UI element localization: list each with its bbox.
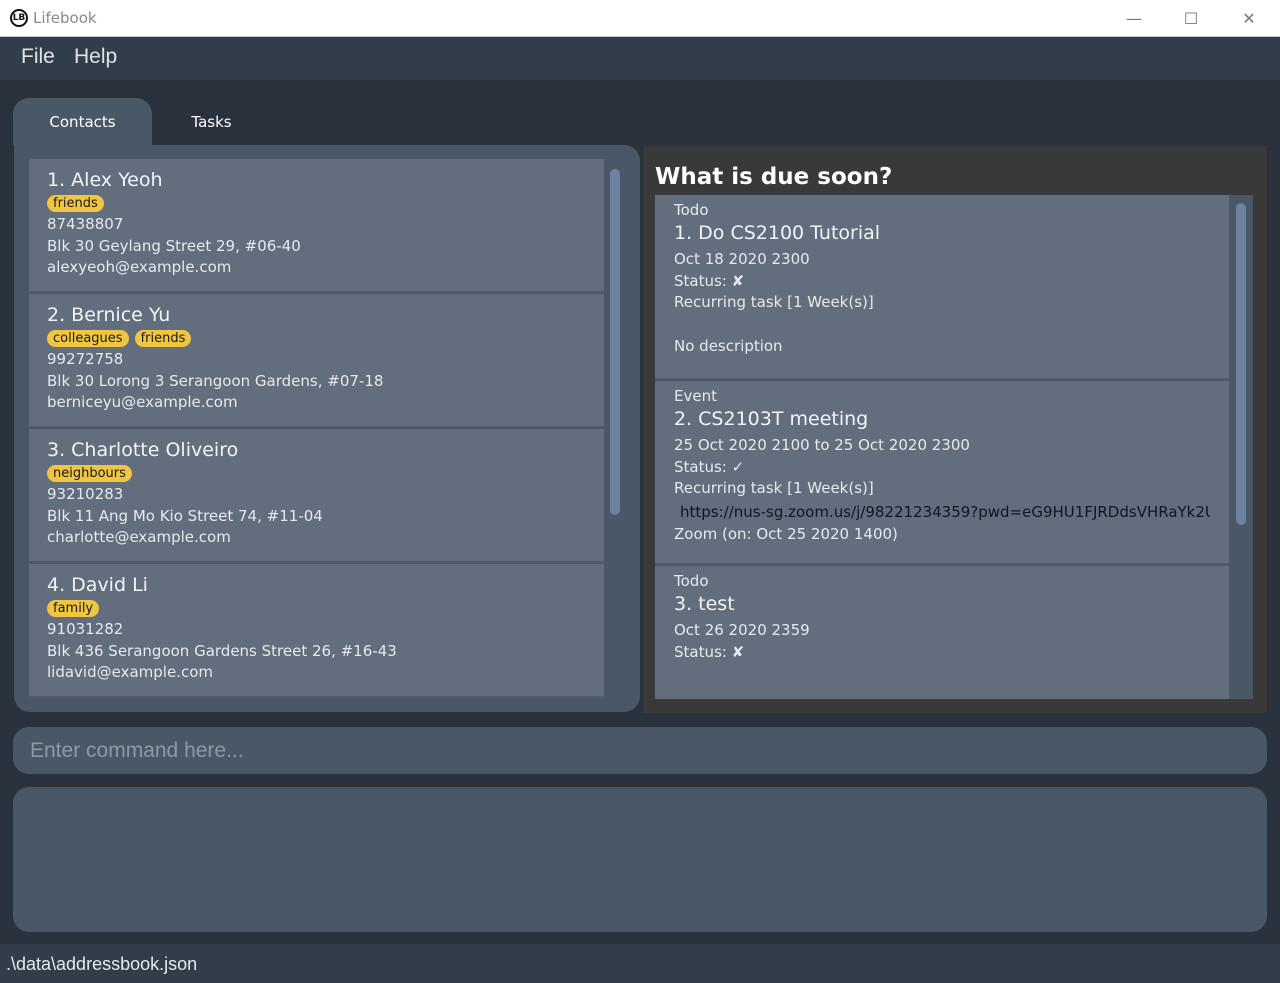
task-recurring: Recurring task [1 Week(s)] — [674, 479, 874, 497]
title-bar: LB Lifebook — ☐ ✕ — [0, 0, 1280, 37]
task-recurring: Recurring task [1 Week(s)] — [674, 293, 874, 311]
task-date: 25 Oct 2020 2100 to 25 Oct 2020 2300 — [674, 436, 970, 454]
task-type: Event — [674, 387, 717, 405]
contact-phone: 99272758 — [47, 350, 124, 368]
contact-name: 2. Bernice Yu — [47, 304, 171, 326]
maximize-icon: ☐ — [1183, 8, 1199, 28]
tag: friends — [134, 330, 192, 347]
contact-phone: 91031282 — [47, 620, 124, 638]
contact-card[interactable]: 3. Charlotte Oliveiro neighbours 9321028… — [29, 429, 604, 563]
result-display — [13, 787, 1267, 932]
contact-list-scrollbar[interactable] — [610, 153, 624, 701]
window-title: Lifebook — [33, 9, 97, 27]
status-bar: .\data\addressbook.json — [0, 944, 1280, 983]
task-card[interactable]: Todo 1. Do CS2100 Tutorial Oct 18 2020 2… — [655, 195, 1229, 380]
meeting-link-label: Zoom (on: Oct 25 2020 1400) — [674, 524, 898, 543]
task-status: Status: ✘ — [674, 642, 745, 661]
tag-list: neighbours — [47, 465, 586, 482]
scrollbar-thumb[interactable] — [1236, 203, 1246, 525]
contact-email: charlotte@example.com — [47, 528, 231, 546]
task-card[interactable]: Event 2. CS2103T meeting 25 Oct 2020 210… — [655, 381, 1229, 565]
task-name: 2. CS2103T meeting — [674, 408, 869, 430]
contact-card[interactable]: 4. David Li family 91031282 Blk 436 Sera… — [29, 564, 604, 698]
contact-name: 3. Charlotte Oliveiro — [47, 439, 239, 461]
contact-name: 1. Alex Yeoh — [47, 169, 163, 191]
maximize-button[interactable]: ☐ — [1162, 0, 1220, 36]
task-date: Oct 18 2020 2300 — [674, 250, 810, 268]
scrollbar-thumb[interactable] — [610, 169, 620, 515]
minimize-icon: — — [1126, 8, 1142, 28]
tag-list: colleagues friends — [47, 330, 586, 347]
task-type: Todo — [674, 572, 709, 590]
contact-email: alexyeoh@example.com — [47, 258, 232, 276]
due-soon-title: What is due soon? — [655, 164, 893, 190]
command-input[interactable] — [28, 737, 1252, 764]
minimize-button[interactable]: — — [1105, 0, 1163, 36]
tab-contacts[interactable]: Contacts — [13, 98, 152, 145]
contact-phone: 93210283 — [47, 485, 124, 503]
close-icon: ✕ — [1242, 8, 1256, 28]
menu-bar: File Help — [0, 37, 1280, 80]
tag: neighbours — [47, 465, 132, 482]
task-status: Status: ✘ — [674, 271, 745, 290]
tag: family — [47, 600, 100, 617]
app-logo-icon: LB — [10, 9, 28, 27]
contact-name: 4. David Li — [47, 574, 148, 596]
contact-address: Blk 30 Geylang Street 29, #06-40 — [47, 236, 301, 255]
tab-bar: Contacts Tasks — [0, 80, 1280, 145]
command-box — [13, 727, 1267, 774]
contact-address: Blk 436 Serangoon Gardens Street 26, #16… — [47, 641, 397, 660]
contact-card[interactable]: 1. Alex Yeoh friends 87438807 Blk 30 Gey… — [29, 159, 604, 293]
close-button[interactable]: ✕ — [1220, 0, 1278, 36]
tab-tasks[interactable]: Tasks — [142, 98, 281, 145]
due-soon-panel: What is due soon? Todo 1. Do CS2100 Tuto… — [642, 145, 1268, 714]
task-list: Todo 1. Do CS2100 Tutorial Oct 18 2020 2… — [655, 195, 1253, 699]
contact-phone: 87438807 — [47, 215, 124, 233]
task-list-scrollbar[interactable] — [1233, 195, 1251, 699]
contact-address: Blk 30 Lorong 3 Serangoon Gardens, #07-1… — [47, 371, 384, 390]
menu-file[interactable]: File — [21, 45, 55, 69]
tag: colleagues — [47, 330, 129, 347]
save-location: .\data\addressbook.json — [6, 954, 198, 974]
contact-card[interactable]: 2. Bernice Yu colleagues friends 9927275… — [29, 294, 604, 428]
task-type: Todo — [674, 201, 709, 219]
contact-list-panel: 1. Alex Yeoh friends 87438807 Blk 30 Gey… — [14, 145, 640, 712]
task-description: No description — [674, 336, 783, 355]
task-name: 3. test — [674, 593, 735, 615]
contact-address: Blk 11 Ang Mo Kio Street 74, #11-04 — [47, 506, 323, 525]
task-status: Status: ✓ — [674, 457, 745, 476]
task-card[interactable]: Todo 3. test Oct 26 2020 2359 Status: ✘ — [655, 566, 1229, 699]
task-name: 1. Do CS2100 Tutorial — [674, 222, 881, 244]
menu-help[interactable]: Help — [74, 45, 117, 69]
contact-email: berniceyu@example.com — [47, 393, 238, 411]
tag: friends — [47, 195, 104, 212]
tag-list: family — [47, 600, 586, 617]
tag-list: friends — [47, 195, 586, 212]
meeting-link[interactable]: https://nus-sg.zoom.us/j/98221234359?pwd… — [674, 500, 1210, 524]
task-date: Oct 26 2020 2359 — [674, 621, 810, 639]
contact-email: lidavid@example.com — [47, 663, 213, 681]
